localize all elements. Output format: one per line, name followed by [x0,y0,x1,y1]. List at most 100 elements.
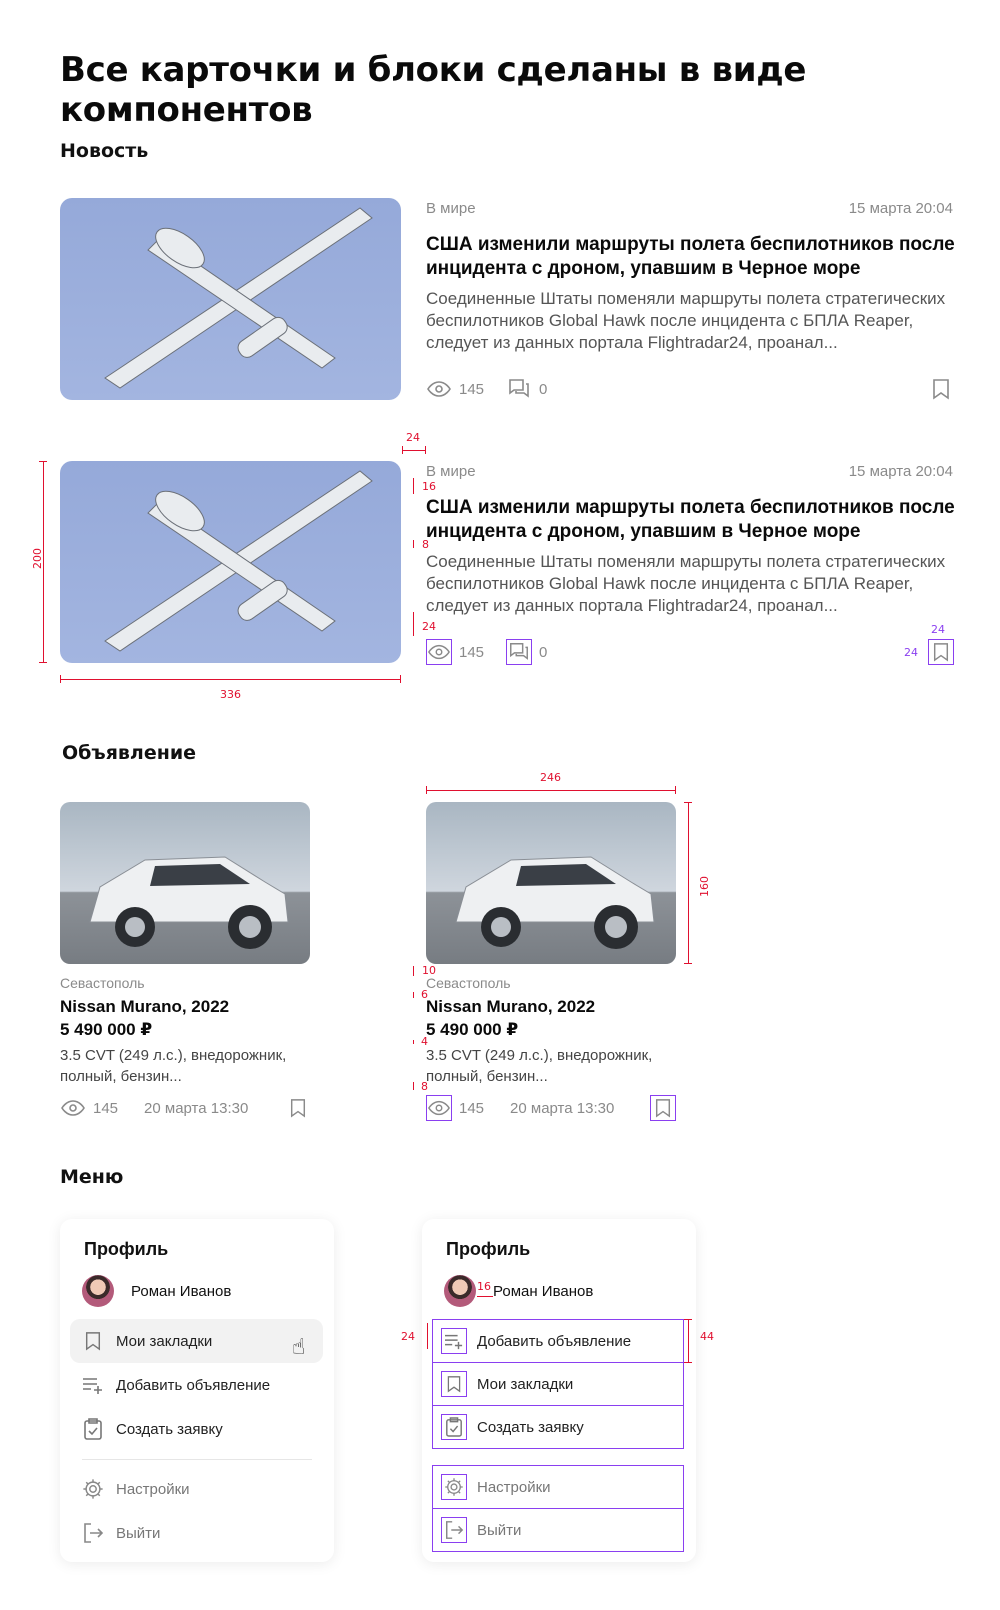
menu-item-create-request[interactable]: Создать заявку [432,1405,684,1449]
car-image [89,856,289,949]
menu-item-label: Создать заявку [477,1418,584,1436]
dimension-line [413,1082,414,1090]
menu-item-label: Добавить объявление [477,1332,632,1350]
menu-item-label: Настройки [477,1478,551,1496]
news-date: 15 марта 20:04 [848,463,953,480]
dimension-line [413,966,414,976]
comment-icon[interactable] [506,639,533,665]
menu-item-label: Настройки [116,1480,190,1498]
news-title[interactable]: США изменили маршруты полета беспилотник… [426,496,956,544]
dim-title-gap: 8 [422,538,429,551]
dimension-line [688,1319,689,1363]
user-name[interactable]: Роман Иванов [493,1283,593,1300]
bookmark-icon[interactable] [285,1095,311,1121]
news-image[interactable] [60,461,401,663]
news-text: Соединенные Штаты поменяли маршруты поле… [426,552,946,615]
comment-icon[interactable] [506,376,532,402]
drone-image [104,207,373,389]
section-title-menu: Меню [60,1166,124,1188]
eye-icon [426,639,452,665]
dimension-line [413,1040,414,1044]
dimension-tick [684,963,692,964]
dimension-line [413,612,414,636]
dim-city-gap: 10 [422,964,436,977]
dim-icon-size: 24 [401,1330,415,1343]
avatar[interactable] [82,1275,114,1307]
dimension-tick [684,1362,692,1363]
dimension-tick [402,446,403,454]
news-image[interactable] [60,198,401,400]
views-count: 145 [93,1099,119,1117]
add-list-icon [80,1372,106,1398]
news-category: В мире [426,463,476,480]
ad-city: Севастополь [60,975,145,991]
dimension-line [413,540,414,548]
dimension-tick [39,662,47,663]
news-meta: 145 0 [426,376,547,402]
dimension-tick [39,461,47,462]
dimension-line [413,992,414,998]
dimension-line [688,802,689,964]
bookmark-icon [441,1371,467,1397]
bookmark-icon[interactable] [650,1095,676,1121]
menu-item-logout[interactable]: Выйти [432,1508,684,1552]
menu-divider [82,1459,312,1460]
profile-menu: Профиль Роман Иванов Добавить объявление… [422,1219,696,1562]
dimension-line [426,790,676,791]
dimension-tick [684,802,692,803]
menu-item-add-ad[interactable]: Добавить объявление [80,1363,270,1407]
logout-icon [441,1517,467,1543]
logout-icon [80,1520,106,1546]
add-list-icon [441,1328,467,1354]
dim-img-width: 336 [220,688,241,701]
dim-meta-gap: 24 [422,620,436,633]
menu-item-logout[interactable]: Выйти [80,1511,160,1555]
dim-bm-height: 24 [904,646,918,659]
dimension-tick [60,675,61,683]
ad-image[interactable] [426,802,676,964]
menu-item-create-request[interactable]: Создать заявку [80,1407,223,1451]
menu-title: Профиль [446,1239,531,1259]
clipboard-check-icon [441,1414,467,1440]
dimension-tick [684,1319,692,1320]
menu-item-add-ad[interactable]: Добавить объявление [432,1319,684,1363]
menu-item-label: Выйти [116,1524,161,1542]
ad-title[interactable]: Nissan Murano, 2022 [60,997,229,1017]
news-category: В мире [426,200,476,217]
menu-item-label: Выйти [477,1521,522,1539]
menu-item-settings[interactable]: Настройки [432,1465,684,1509]
menu-item-label: Мои закладки [116,1332,213,1350]
dimension-tick [400,675,401,683]
bookmark-icon[interactable] [928,639,954,665]
user-name[interactable]: Роман Иванов [131,1283,231,1300]
dim-bm-width: 24 [931,623,945,636]
section-title-news: Новость [60,140,149,162]
ad-image[interactable] [60,802,310,964]
ad-title[interactable]: Nissan Murano, 2022 [426,997,595,1017]
menu-item-bookmarks[interactable]: Мои закладки [70,1319,323,1363]
avatar[interactable] [444,1275,476,1307]
news-title[interactable]: США изменили маршруты полета беспилотник… [426,233,956,281]
views-count: 145 [459,643,485,661]
bookmark-icon[interactable] [928,376,954,402]
ad-meta: 145 20 марта 13:30 [426,1095,614,1121]
eye-icon [426,1095,452,1121]
menu-title: Профиль [84,1239,169,1259]
page-title: Все карточки и блоки сделаны в виде комп… [60,50,807,130]
comments-count: 0 [539,643,548,661]
eye-icon [60,1095,86,1121]
dimension-line [402,450,426,451]
dim-cat-gap: 16 [422,480,436,493]
drone-image [104,470,373,652]
dimension-tick [675,786,676,794]
dim-ad-height: 160 [698,876,711,897]
menu-item-bookmarks[interactable]: Мои закладки [432,1362,684,1406]
dim-item-height: 44 [700,1330,714,1343]
dim-ad-width: 246 [540,771,561,784]
menu-item-settings[interactable]: Настройки [80,1467,190,1511]
gear-icon [80,1476,106,1502]
dim-desc-gap: 4 [421,1035,428,1048]
ad-date: 20 марта 13:30 [510,1099,615,1117]
dimension-line [427,1323,428,1349]
dim-title-gap: 6 [421,988,428,1001]
